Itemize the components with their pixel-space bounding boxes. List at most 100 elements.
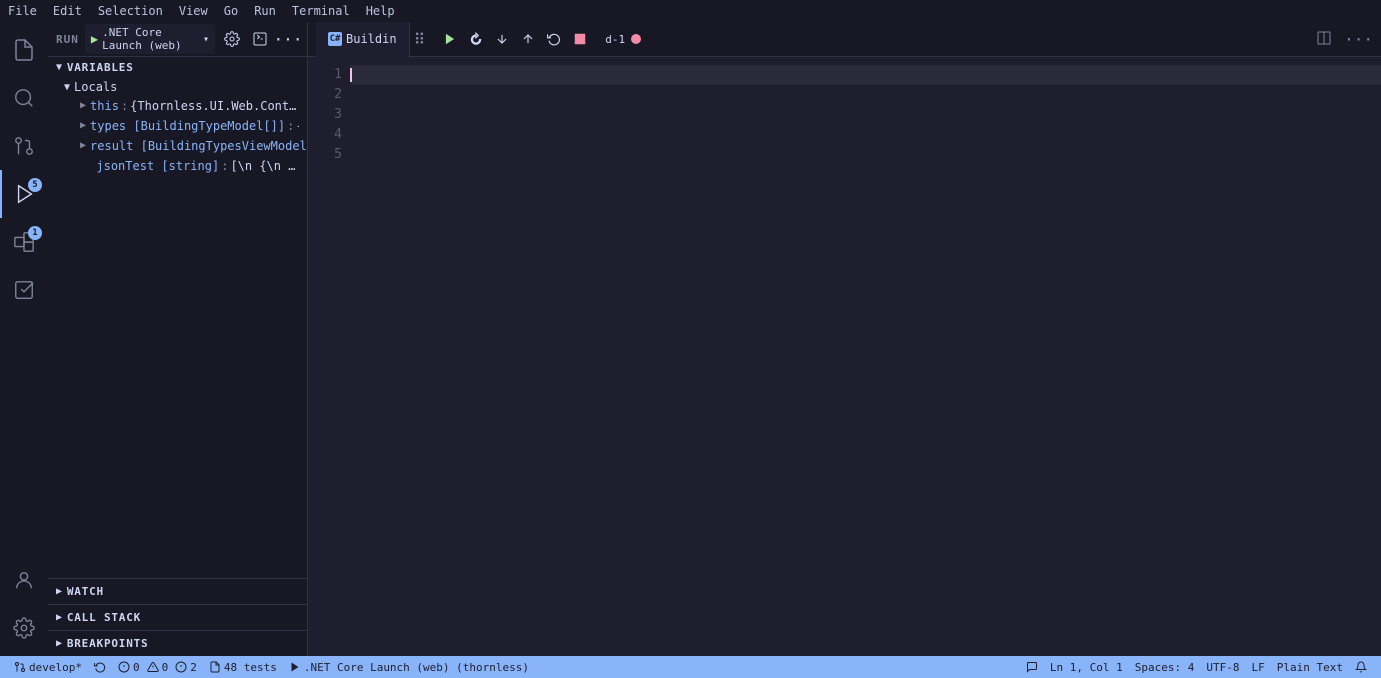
sidebar: RUN ▶ .NET Core Launch (web) ▾ ···	[48, 22, 308, 656]
callstack-chevron: ▶	[56, 612, 63, 623]
run-config-selector[interactable]: ▶ .NET Core Launch (web) ▾	[85, 24, 215, 54]
drag-handle[interactable]: ⠿	[414, 30, 426, 49]
var-types[interactable]: ▶ types [BuildingTypeModel[]] : {Thornle…	[48, 116, 307, 136]
status-errors[interactable]: 0 0 2	[112, 656, 203, 678]
debug-session-label: d-1	[605, 33, 625, 46]
line-numbers: 1 2 3 4 5	[308, 57, 350, 656]
file-tab[interactable]: C# Buildin	[316, 22, 410, 57]
breakpoints-header[interactable]: ▶ BREAKPOINTS	[48, 631, 307, 656]
expand-icon: ▶	[80, 97, 86, 115]
more-options-button[interactable]: ···	[277, 28, 299, 50]
menu-terminal[interactable]: Terminal	[292, 4, 350, 18]
spaces-text: Spaces: 4	[1135, 661, 1195, 674]
callstack-header[interactable]: ▶ CALL STACK	[48, 605, 307, 630]
status-language[interactable]: Plain Text	[1271, 656, 1349, 678]
locals-label: Locals	[74, 80, 117, 94]
line-number-5: 5	[308, 145, 342, 165]
menu-help[interactable]: Help	[366, 4, 395, 18]
extensions-badge: 1	[28, 226, 42, 240]
stop-button[interactable]	[569, 28, 591, 50]
info-count: 2	[190, 661, 197, 674]
activity-bar: 5 1	[0, 22, 48, 656]
locals-subsection-header[interactable]: ▼ Locals	[48, 78, 307, 96]
menu-file[interactable]: File	[8, 4, 37, 18]
status-branch[interactable]: develop*	[8, 656, 88, 678]
variables-label: VARIABLES	[67, 61, 134, 74]
run-toolbar: RUN ▶ .NET Core Launch (web) ▾ ···	[48, 22, 307, 57]
line-number-2: 2	[308, 85, 342, 105]
var-types-name: types [BuildingTypeModel[]]	[90, 117, 285, 135]
debug-controls	[433, 28, 597, 50]
menu-edit[interactable]: Edit	[53, 4, 82, 18]
chevron-down-icon: ▾	[203, 34, 209, 45]
code-editor[interactable]	[350, 57, 1381, 656]
status-bar: develop* 0 0 2 48 tests .NET Core Launch	[0, 656, 1381, 678]
var-this-value: {Thornless.UI.Web.Controllers.BuildingNa…	[130, 97, 299, 115]
status-encoding[interactable]: UTF-8	[1200, 656, 1245, 678]
activity-run-debug[interactable]: 5	[0, 170, 48, 218]
menu-view[interactable]: View	[179, 4, 208, 18]
var-jsontest[interactable]: jsonTest [string] : [\n {\n \"Code\": \"…	[48, 156, 307, 176]
variables-chevron: ▼	[56, 62, 63, 73]
status-tests[interactable]: 48 tests	[203, 656, 283, 678]
status-ln-col[interactable]: Ln 1, Col 1	[1044, 656, 1129, 678]
status-line-ending[interactable]: LF	[1246, 656, 1271, 678]
line-number-4: 4	[308, 125, 342, 145]
run-label: RUN	[56, 33, 79, 46]
status-feedback[interactable]	[1020, 656, 1044, 678]
watch-chevron: ▶	[56, 586, 63, 597]
watch-section: ▶ WATCH	[48, 578, 307, 604]
expand-icon: ▶	[80, 137, 86, 155]
var-this-name: this	[90, 97, 119, 115]
run-debug-badge: 5	[28, 178, 42, 192]
callstack-section: ▶ CALL STACK	[48, 604, 307, 630]
branch-name: develop*	[29, 661, 82, 674]
var-result[interactable]: ▶ result [BuildingTypesViewModel[]] : {T…	[48, 136, 307, 156]
tests-count: 48 tests	[224, 661, 277, 674]
split-editor-button[interactable]	[1316, 30, 1332, 49]
status-notifications[interactable]	[1349, 656, 1373, 678]
activity-extensions[interactable]: 1	[0, 218, 48, 266]
activity-source-control[interactable]	[0, 122, 48, 170]
status-spaces[interactable]: Spaces: 4	[1129, 656, 1201, 678]
editor-content[interactable]: 1 2 3 4 5	[308, 57, 1381, 656]
variables-section-header[interactable]: ▼ VARIABLES	[48, 57, 307, 78]
activity-testing[interactable]	[0, 266, 48, 314]
watch-header[interactable]: ▶ WATCH	[48, 579, 307, 604]
menu-selection[interactable]: Selection	[98, 4, 163, 18]
editor-top-bar: C# Buildin ⠿	[308, 22, 1381, 57]
step-over-button[interactable]	[465, 28, 487, 50]
locals-chevron: ▼	[64, 82, 70, 93]
ln-col-text: Ln 1, Col 1	[1050, 661, 1123, 674]
more-editor-options[interactable]: ···	[1344, 30, 1373, 49]
expand-icon: ▶	[80, 117, 86, 135]
titlebar: File Edit Selection View Go Run Terminal…	[0, 0, 1381, 22]
step-out-button[interactable]	[517, 28, 539, 50]
line-ending-text: LF	[1252, 661, 1265, 674]
launch-name: .NET Core Launch (web) (thornless)	[304, 661, 529, 674]
activity-accounts[interactable]	[0, 556, 48, 604]
run-config-name: .NET Core Launch (web)	[102, 26, 195, 52]
step-into-button[interactable]	[491, 28, 513, 50]
activity-settings[interactable]	[0, 604, 48, 652]
open-terminal-button[interactable]	[249, 28, 271, 50]
var-result-name: result [BuildingTypesViewModel[]]	[90, 137, 307, 155]
var-jsontest-name: jsonTest [string]	[96, 157, 219, 175]
continue-button[interactable]	[439, 28, 461, 50]
status-sync[interactable]	[88, 656, 112, 678]
watch-label: WATCH	[67, 585, 104, 598]
activity-search[interactable]	[0, 74, 48, 122]
line-number-1: 1	[308, 65, 342, 85]
var-this[interactable]: ▶ this : {Thornless.UI.Web.Controllers.B…	[48, 96, 307, 116]
error-count: 0	[133, 661, 140, 674]
menu-run[interactable]: Run	[254, 4, 276, 18]
csharp-icon: C#	[328, 32, 342, 46]
status-launch[interactable]: .NET Core Launch (web) (thornless)	[283, 656, 535, 678]
gear-config-button[interactable]	[221, 28, 243, 50]
restart-button[interactable]	[543, 28, 565, 50]
var-types-value: {Thornless.Domain.BuildingNames.Mod...	[296, 117, 299, 135]
file-tab-name: Buildin	[346, 32, 397, 46]
menu-go[interactable]: Go	[224, 4, 238, 18]
activity-explorer[interactable]	[0, 26, 48, 74]
warning-count: 0	[162, 661, 169, 674]
